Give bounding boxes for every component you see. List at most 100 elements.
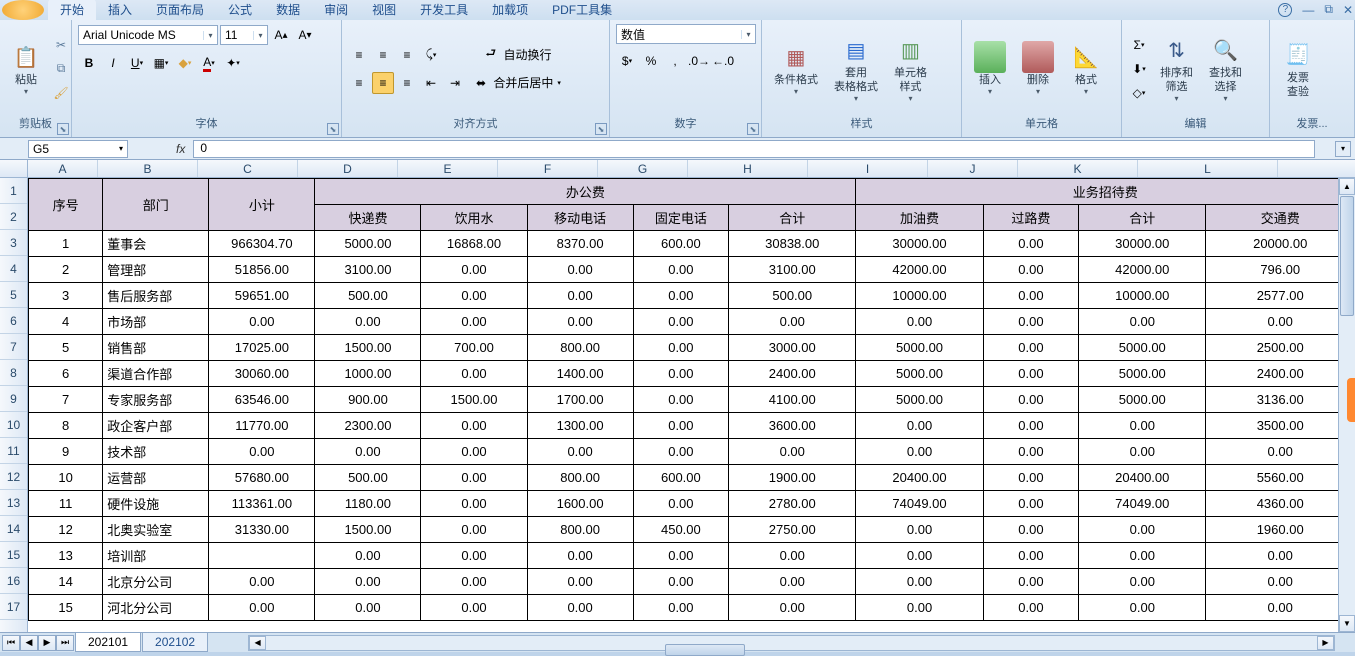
cell[interactable]: 0.00: [633, 387, 728, 413]
cell[interactable]: 0.00: [856, 595, 983, 621]
dialog-launcher-icon[interactable]: ⬊: [327, 123, 339, 135]
cell[interactable]: 1180.00: [315, 491, 421, 517]
cell[interactable]: 2: [29, 257, 103, 283]
cell[interactable]: 0.00: [633, 283, 728, 309]
cell-styles-button[interactable]: ▥单元格 样式▾: [888, 32, 933, 105]
ribbon-tab-审阅[interactable]: 审阅: [312, 0, 360, 20]
cell[interactable]: 0.00: [421, 309, 527, 335]
cell[interactable]: 0.00: [856, 413, 983, 439]
cell[interactable]: 0.00: [209, 595, 315, 621]
cell[interactable]: 董事会: [103, 231, 209, 257]
dialog-launcher-icon[interactable]: ⬊: [57, 123, 69, 135]
cell[interactable]: 0.00: [983, 595, 1078, 621]
scroll-left-button[interactable]: ◀: [249, 636, 266, 650]
cell[interactable]: 0.00: [729, 439, 856, 465]
scroll-up-button[interactable]: ▲: [1339, 178, 1355, 195]
row-header[interactable]: 9: [0, 386, 27, 412]
cell[interactable]: 11770.00: [209, 413, 315, 439]
scroll-thumb[interactable]: [1340, 196, 1354, 316]
cell[interactable]: 3100.00: [315, 257, 421, 283]
cell[interactable]: 0.00: [1079, 595, 1206, 621]
cell[interactable]: 0.00: [421, 439, 527, 465]
prev-sheet-button[interactable]: ◀: [20, 635, 38, 651]
increase-font-button[interactable]: A▴: [270, 24, 292, 46]
cell[interactable]: 1900.00: [729, 465, 856, 491]
first-sheet-button[interactable]: ⏮: [2, 635, 20, 651]
cell[interactable]: 11: [29, 491, 103, 517]
font-name-combo[interactable]: Arial Unicode MS▾: [78, 25, 218, 45]
cell[interactable]: 10000.00: [1079, 283, 1206, 309]
cell[interactable]: 3600.00: [729, 413, 856, 439]
column-header[interactable]: J: [928, 160, 1018, 177]
align-bottom-button[interactable]: ≡: [396, 44, 418, 66]
cell[interactable]: 0.00: [527, 569, 633, 595]
cell[interactable]: 600.00: [633, 231, 728, 257]
cell[interactable]: 5: [29, 335, 103, 361]
cell[interactable]: 20400.00: [856, 465, 983, 491]
minimize-icon[interactable]: —: [1302, 3, 1314, 17]
cell[interactable]: 2400.00: [1206, 361, 1355, 387]
align-left-button[interactable]: ≡: [348, 72, 370, 94]
cell[interactable]: 专家服务部: [103, 387, 209, 413]
cell[interactable]: 0.00: [633, 569, 728, 595]
restore-icon[interactable]: ⧉: [1324, 2, 1333, 17]
decrease-decimal-button[interactable]: ←.0: [712, 50, 734, 72]
column-header[interactable]: H: [688, 160, 808, 177]
cell[interactable]: 0.00: [421, 569, 527, 595]
column-header[interactable]: C: [198, 160, 298, 177]
cell[interactable]: 河北分公司: [103, 595, 209, 621]
row-header[interactable]: 4: [0, 256, 27, 282]
cell[interactable]: 0.00: [983, 387, 1078, 413]
cell[interactable]: 0.00: [421, 543, 527, 569]
chevron-down-icon[interactable]: ▾: [119, 144, 123, 153]
cell[interactable]: 0.00: [633, 257, 728, 283]
cell[interactable]: 0.00: [1206, 543, 1355, 569]
column-header[interactable]: K: [1018, 160, 1138, 177]
cell[interactable]: 0.00: [729, 309, 856, 335]
cell[interactable]: 0.00: [1206, 439, 1355, 465]
ribbon-tab-视图[interactable]: 视图: [360, 0, 408, 20]
row-header[interactable]: 6: [0, 308, 27, 334]
office-button[interactable]: [2, 0, 44, 20]
cell[interactable]: 渠道合作部: [103, 361, 209, 387]
cell[interactable]: 10: [29, 465, 103, 491]
last-sheet-button[interactable]: ⏭: [56, 635, 74, 651]
cell[interactable]: 3500.00: [1206, 413, 1355, 439]
cell[interactable]: 0.00: [315, 439, 421, 465]
cell[interactable]: 10000.00: [856, 283, 983, 309]
format-cells-button[interactable]: 📐格式▾: [1064, 39, 1108, 98]
cell[interactable]: 0.00: [856, 543, 983, 569]
cell[interactable]: 8370.00: [527, 231, 633, 257]
row-header[interactable]: 17: [0, 594, 27, 620]
cell[interactable]: 北奥实验室: [103, 517, 209, 543]
column-header[interactable]: A: [28, 160, 98, 177]
cell[interactable]: 15: [29, 595, 103, 621]
chevron-down-icon[interactable]: ▾: [253, 31, 267, 40]
cell[interactable]: 3136.00: [1206, 387, 1355, 413]
cell[interactable]: 1700.00: [527, 387, 633, 413]
column-header[interactable]: D: [298, 160, 398, 177]
cell[interactable]: 30060.00: [209, 361, 315, 387]
cell[interactable]: 7: [29, 387, 103, 413]
cell[interactable]: 42000.00: [856, 257, 983, 283]
row-header[interactable]: 5: [0, 282, 27, 308]
cell[interactable]: 0.00: [983, 231, 1078, 257]
cell[interactable]: 0.00: [633, 543, 728, 569]
dialog-launcher-icon[interactable]: ⬊: [747, 123, 759, 135]
insert-cells-button[interactable]: 插入▾: [968, 39, 1012, 98]
cell[interactable]: [209, 543, 315, 569]
cell[interactable]: 0.00: [527, 283, 633, 309]
row-header[interactable]: 16: [0, 568, 27, 594]
cell[interactable]: 0.00: [1079, 569, 1206, 595]
table-format-button[interactable]: ▤套用 表格格式▾: [828, 32, 884, 105]
cell[interactable]: 12: [29, 517, 103, 543]
ribbon-tab-加载项[interactable]: 加载项: [480, 0, 540, 20]
cell[interactable]: 4: [29, 309, 103, 335]
cell[interactable]: 0.00: [856, 517, 983, 543]
cell[interactable]: 6: [29, 361, 103, 387]
cell[interactable]: 0.00: [1079, 413, 1206, 439]
column-header[interactable]: E: [398, 160, 498, 177]
expand-formula-bar-button[interactable]: ▾: [1335, 141, 1351, 157]
cell[interactable]: 800.00: [527, 465, 633, 491]
conditional-format-button[interactable]: ▦条件格式▾: [768, 39, 824, 98]
